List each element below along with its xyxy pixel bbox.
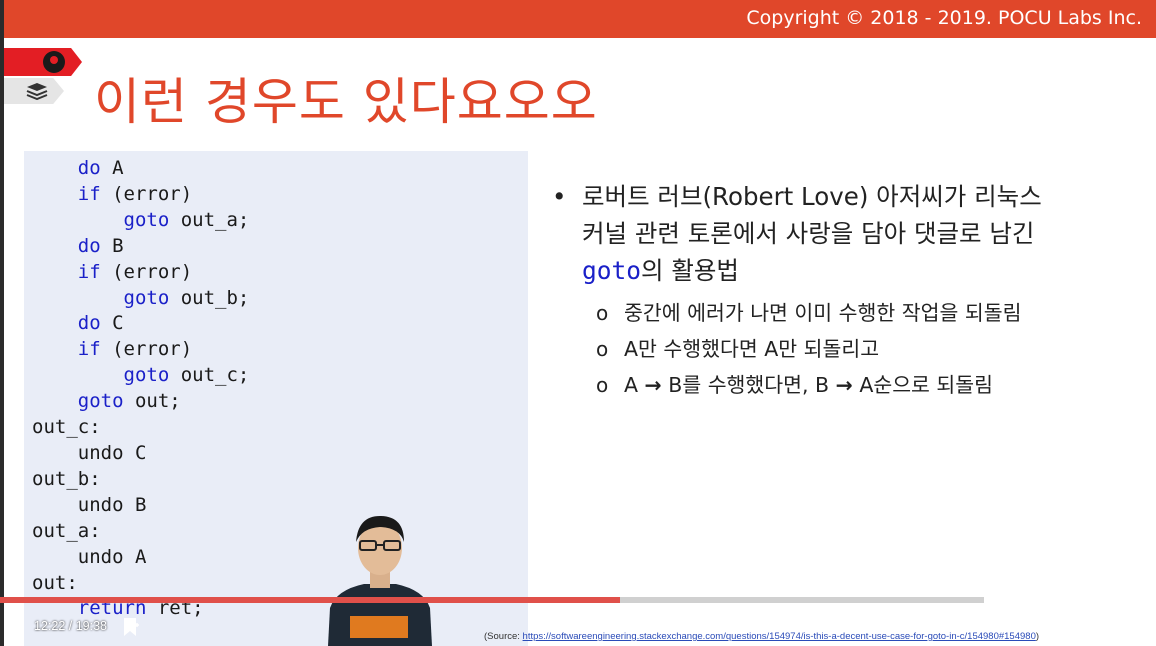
code-line: do B bbox=[32, 234, 249, 260]
code-keyword: goto bbox=[123, 286, 170, 309]
code-line: goto out; bbox=[32, 389, 249, 415]
code-text: (error) bbox=[100, 182, 193, 205]
head-logo-icon bbox=[43, 51, 65, 73]
source-citation: (Source: https://softwareengineering.sta… bbox=[484, 631, 1039, 642]
code-line: do C bbox=[32, 311, 249, 337]
code-listing: do A if (error) goto out_a; do B if (err… bbox=[32, 156, 249, 622]
bullet-dot: • bbox=[552, 182, 567, 211]
code-text: out_b: bbox=[32, 467, 101, 490]
code-text: (error) bbox=[100, 260, 193, 283]
code-line: undo C bbox=[32, 441, 249, 467]
sub-bullet-list: o 중간에 에러가 나면 이미 수행한 작업을 되돌림 o A만 수행했다면 A만 되… bbox=[552, 295, 1112, 403]
main-bullet-line1: 로버트 러브(Robert Love) 아저씨가 리눅스 bbox=[582, 182, 1042, 211]
code-text: B bbox=[100, 234, 124, 257]
code-line: goto out_a; bbox=[32, 208, 250, 234]
code-text: out_a; bbox=[169, 208, 250, 231]
code-keyword: goto bbox=[123, 364, 170, 387]
code-line: if (error) bbox=[32, 337, 249, 363]
code-keyword: if bbox=[77, 260, 101, 283]
slide-title: 이런 경우도 있다요오오 bbox=[94, 73, 598, 131]
code-line: if (error) bbox=[32, 260, 249, 286]
arrow-icon: → bbox=[835, 373, 853, 397]
sub-bullet-circle: o bbox=[596, 337, 609, 361]
sub-bullet-text: A만 수행했다면 A만 되돌리고 bbox=[624, 337, 880, 361]
progress-fill bbox=[0, 597, 620, 603]
sub-bullet: o A만 수행했다면 A만 되돌리고 bbox=[552, 331, 1112, 367]
code-line: do A bbox=[32, 156, 249, 182]
sub-bullet: o 중간에 에러가 나면 이미 수행한 작업을 되돌림 bbox=[552, 295, 1112, 331]
code-line: goto out_b; bbox=[32, 286, 250, 312]
code-line: out_b: bbox=[32, 467, 249, 493]
sub-bullet-text: B를 수행했다면, B bbox=[661, 373, 836, 397]
sub-bullet-text: A bbox=[624, 373, 645, 397]
code-keyword: do bbox=[77, 157, 101, 179]
arrow-icon: → bbox=[644, 373, 662, 397]
header-bar: Copyright © 2018 - 2019. POCU Labs Inc. bbox=[4, 0, 1156, 38]
main-bullet: • 로버트 러브(Robert Love) 아저씨가 리눅스 커널 관련 토론에… bbox=[552, 178, 1112, 289]
code-text: out_a: bbox=[32, 519, 101, 542]
sub-bullet-circle: o bbox=[596, 301, 609, 325]
code-text: undo C bbox=[32, 441, 147, 464]
slide: Copyright © 2018 - 2019. POCU Labs Inc. … bbox=[4, 0, 1156, 646]
code-line: goto out_c; bbox=[32, 363, 250, 389]
bookmark-icon[interactable] bbox=[122, 617, 140, 637]
code-text: out; bbox=[123, 390, 181, 413]
code-line: undo B bbox=[32, 493, 249, 519]
copyright-text: Copyright © 2018 - 2019. POCU Labs Inc. bbox=[746, 7, 1142, 29]
code-keyword: do bbox=[77, 312, 101, 335]
code-keyword: if bbox=[77, 338, 101, 361]
presenter-video bbox=[328, 516, 432, 646]
code-keyword: goto bbox=[123, 208, 170, 231]
stack-icon bbox=[26, 83, 48, 100]
code-keyword: do bbox=[77, 234, 101, 257]
code-keyword: if bbox=[77, 182, 101, 205]
sub-bullet-text: A순으로 되돌림 bbox=[852, 373, 994, 397]
main-bullet-line3-rest: 의 활용법 bbox=[641, 256, 739, 285]
source-prefix: (Source: bbox=[484, 631, 523, 642]
code-text: out_c; bbox=[169, 364, 250, 387]
source-suffix: ) bbox=[1035, 631, 1040, 642]
sub-bullet: oA → B를 수행했다면, B → A순으로 되돌림 bbox=[552, 367, 1112, 403]
code-line: if (error) bbox=[32, 182, 249, 208]
playback-time: 12:22 / 19:38 bbox=[34, 619, 107, 633]
code-text: undo B bbox=[32, 493, 147, 516]
code-keyword: goto bbox=[77, 390, 124, 413]
source-link[interactable]: https://softwareengineering.stackexchang… bbox=[523, 631, 1036, 642]
code-line: out_a: bbox=[32, 519, 249, 545]
code-line: out_c: bbox=[32, 415, 249, 441]
replay-icon[interactable] bbox=[6, 618, 22, 634]
sub-bullet-circle: o bbox=[596, 373, 609, 397]
code-text: A bbox=[100, 157, 124, 179]
code-text: undo A bbox=[32, 545, 147, 568]
code-text: (error) bbox=[100, 338, 193, 361]
code-text: out_c: bbox=[32, 416, 101, 439]
main-bullet-line2: 커널 관련 토론에서 사랑을 담아 댓글로 남긴 bbox=[582, 219, 1035, 248]
goto-keyword: goto bbox=[582, 256, 642, 285]
code-text: C bbox=[100, 312, 124, 335]
sub-bullet-text: 중간에 에러가 나면 이미 수행한 작업을 되돌림 bbox=[624, 301, 1022, 325]
code-line: undo A bbox=[32, 545, 249, 571]
code-line: out: bbox=[32, 571, 249, 597]
main-bullet-line3: goto의 활용법 bbox=[582, 252, 1112, 289]
code-text: out: bbox=[32, 571, 78, 594]
bullet-list: • 로버트 러브(Robert Love) 아저씨가 리눅스 커널 관련 토론에… bbox=[552, 178, 1112, 403]
code-text: out_b; bbox=[169, 286, 250, 309]
